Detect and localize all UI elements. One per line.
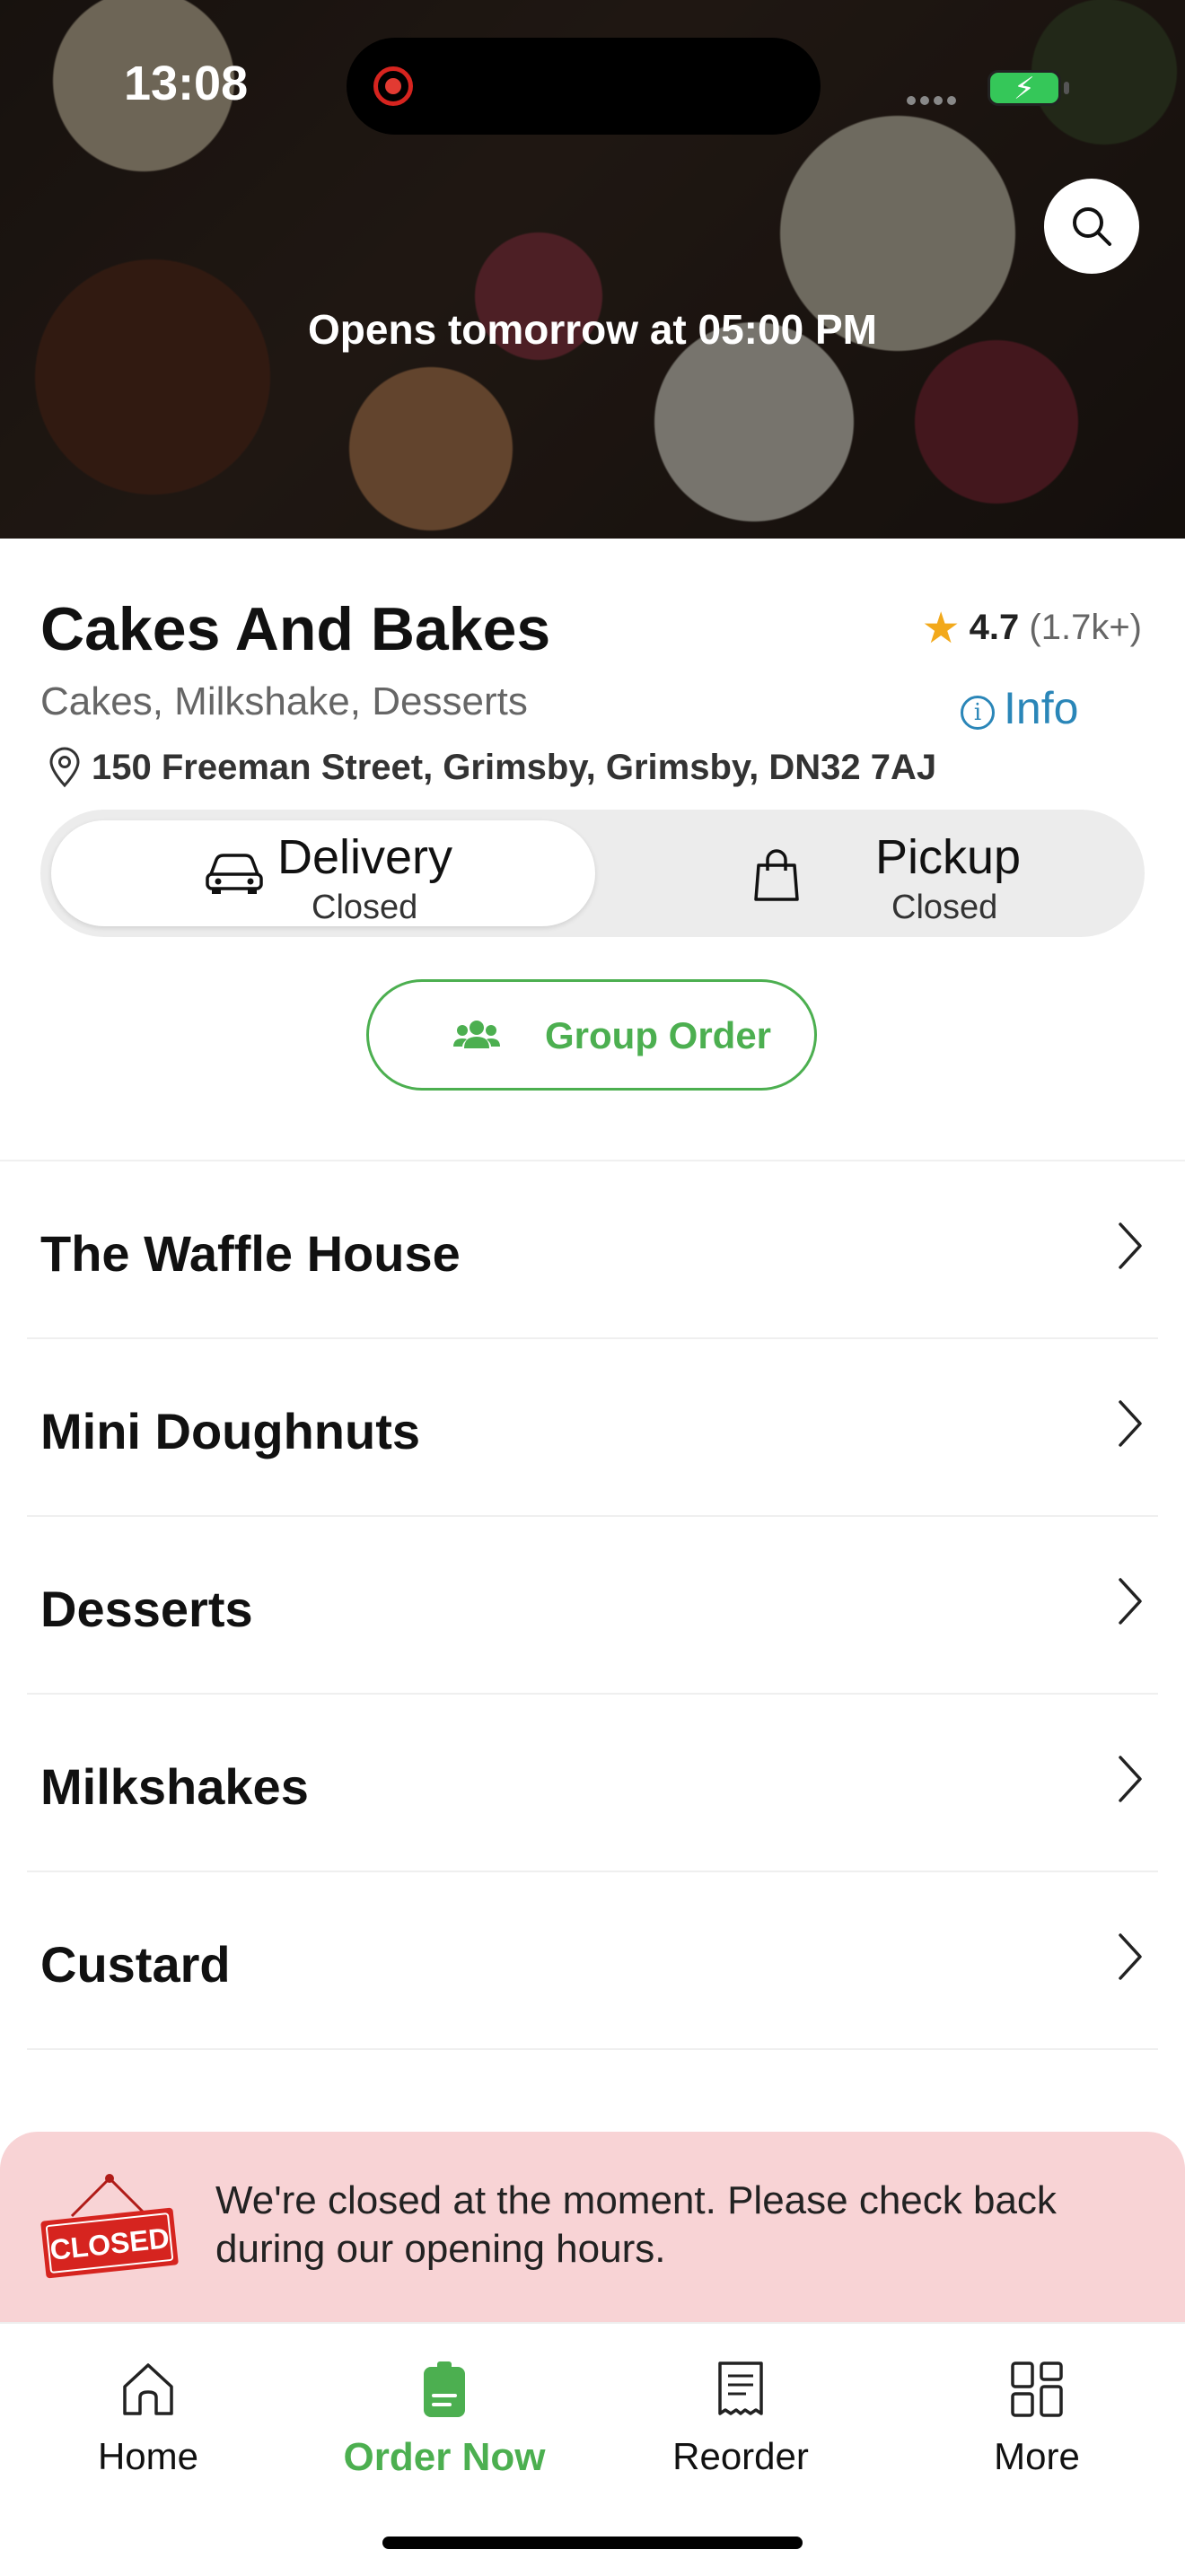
address-text: 150 Freeman Street, Grimsby, Grimsby, DN… [92, 748, 937, 787]
menu-category-row[interactable]: The Waffle House [27, 1161, 1158, 1339]
closed-sign-icon: CLOSED [40, 2174, 179, 2279]
grid-icon [1011, 2361, 1063, 2417]
menu-category-label: The Waffle House [40, 1225, 461, 1282]
menu-category-row[interactable]: Custard [27, 1872, 1158, 2050]
order-mode-toggle: Delivery Closed Pickup Closed [40, 810, 1145, 937]
rating-count: (1.7k+) [1029, 608, 1142, 647]
battery-icon: ⚡ [988, 70, 1069, 106]
menu-category-row[interactable]: Desserts [27, 1517, 1158, 1695]
info-link[interactable]: i Info [961, 682, 1078, 734]
chevron-right-icon [1119, 1933, 1142, 1980]
rating: ★ 4.7 (1.7k+) [922, 603, 1142, 653]
tab-more-label: More [994, 2435, 1080, 2477]
shopping-bag-icon [754, 849, 799, 901]
group-order-label: Group Order [545, 1014, 772, 1056]
tab-home[interactable]: Home [0, 2360, 296, 2478]
opening-time-text: Opens tomorrow at 05:00 PM [308, 306, 877, 353]
closed-banner: CLOSED We're closed at the moment. Pleas… [0, 2132, 1185, 2322]
recording-icon [373, 66, 413, 106]
info-label: Info [1004, 683, 1079, 733]
menu-category-row[interactable]: Milkshakes [27, 1695, 1158, 1872]
cuisine-list: Cakes, Milkshake, Desserts [40, 679, 528, 723]
menu-category-row[interactable]: Mini Doughnuts [27, 1339, 1158, 1517]
tab-order-now-label: Order Now [343, 2435, 546, 2479]
menu-category-label: Custard [40, 1936, 231, 1993]
tab-more[interactable]: More [889, 2360, 1185, 2478]
tab-reorder[interactable]: Reorder [592, 2360, 889, 2478]
menu-category-label: Mini Doughnuts [40, 1403, 421, 1459]
tab-home-label: Home [97, 2435, 199, 2477]
home-indicator [382, 2537, 803, 2549]
info-icon: i [961, 696, 995, 730]
search-button[interactable] [1044, 179, 1139, 274]
tab-order-now[interactable]: Order Now [296, 2360, 592, 2480]
restaurant-address: 150 Freeman Street, Grimsby, Grimsby, DN… [47, 747, 936, 788]
pickup-option[interactable]: Pickup Closed [590, 820, 1134, 926]
hero-banner: 13:08 ⚡ Opens tomorrow at 05:00 PM [0, 0, 1185, 539]
status-time: 13:08 [124, 57, 249, 110]
group-order-button[interactable]: Group Order [366, 979, 817, 1091]
location-pin-icon [49, 747, 80, 788]
home-icon [123, 2363, 173, 2415]
signal-icon [907, 93, 961, 110]
menu-category-list: The Waffle House Mini Doughnuts Desserts… [27, 1161, 1158, 2050]
delivery-status: Closed [312, 889, 418, 926]
group-icon [453, 1021, 500, 1048]
car-icon [206, 854, 263, 894]
delivery-label: Delivery [277, 830, 453, 884]
menu-category-label: Desserts [40, 1581, 253, 1637]
dynamic-island [347, 38, 821, 135]
receipt-icon [718, 2361, 763, 2415]
restaurant-name: Cakes And Bakes [40, 595, 551, 663]
pickup-label: Pickup [875, 830, 1022, 884]
chevron-right-icon [1119, 1222, 1142, 1269]
order-icon [424, 2361, 465, 2417]
rating-value: 4.7 [969, 608, 1020, 647]
closed-message: We're closed at the moment. Please check… [215, 2178, 1057, 2271]
search-icon [1073, 207, 1111, 246]
menu-category-label: Milkshakes [40, 1758, 309, 1815]
chevron-right-icon [1119, 1756, 1142, 1802]
chevron-right-icon [1119, 1400, 1142, 1447]
delivery-option[interactable]: Delivery Closed [51, 820, 595, 926]
star-icon: ★ [921, 605, 961, 653]
pickup-status: Closed [891, 889, 998, 926]
tab-reorder-label: Reorder [672, 2435, 809, 2477]
chevron-right-icon [1119, 1578, 1142, 1625]
